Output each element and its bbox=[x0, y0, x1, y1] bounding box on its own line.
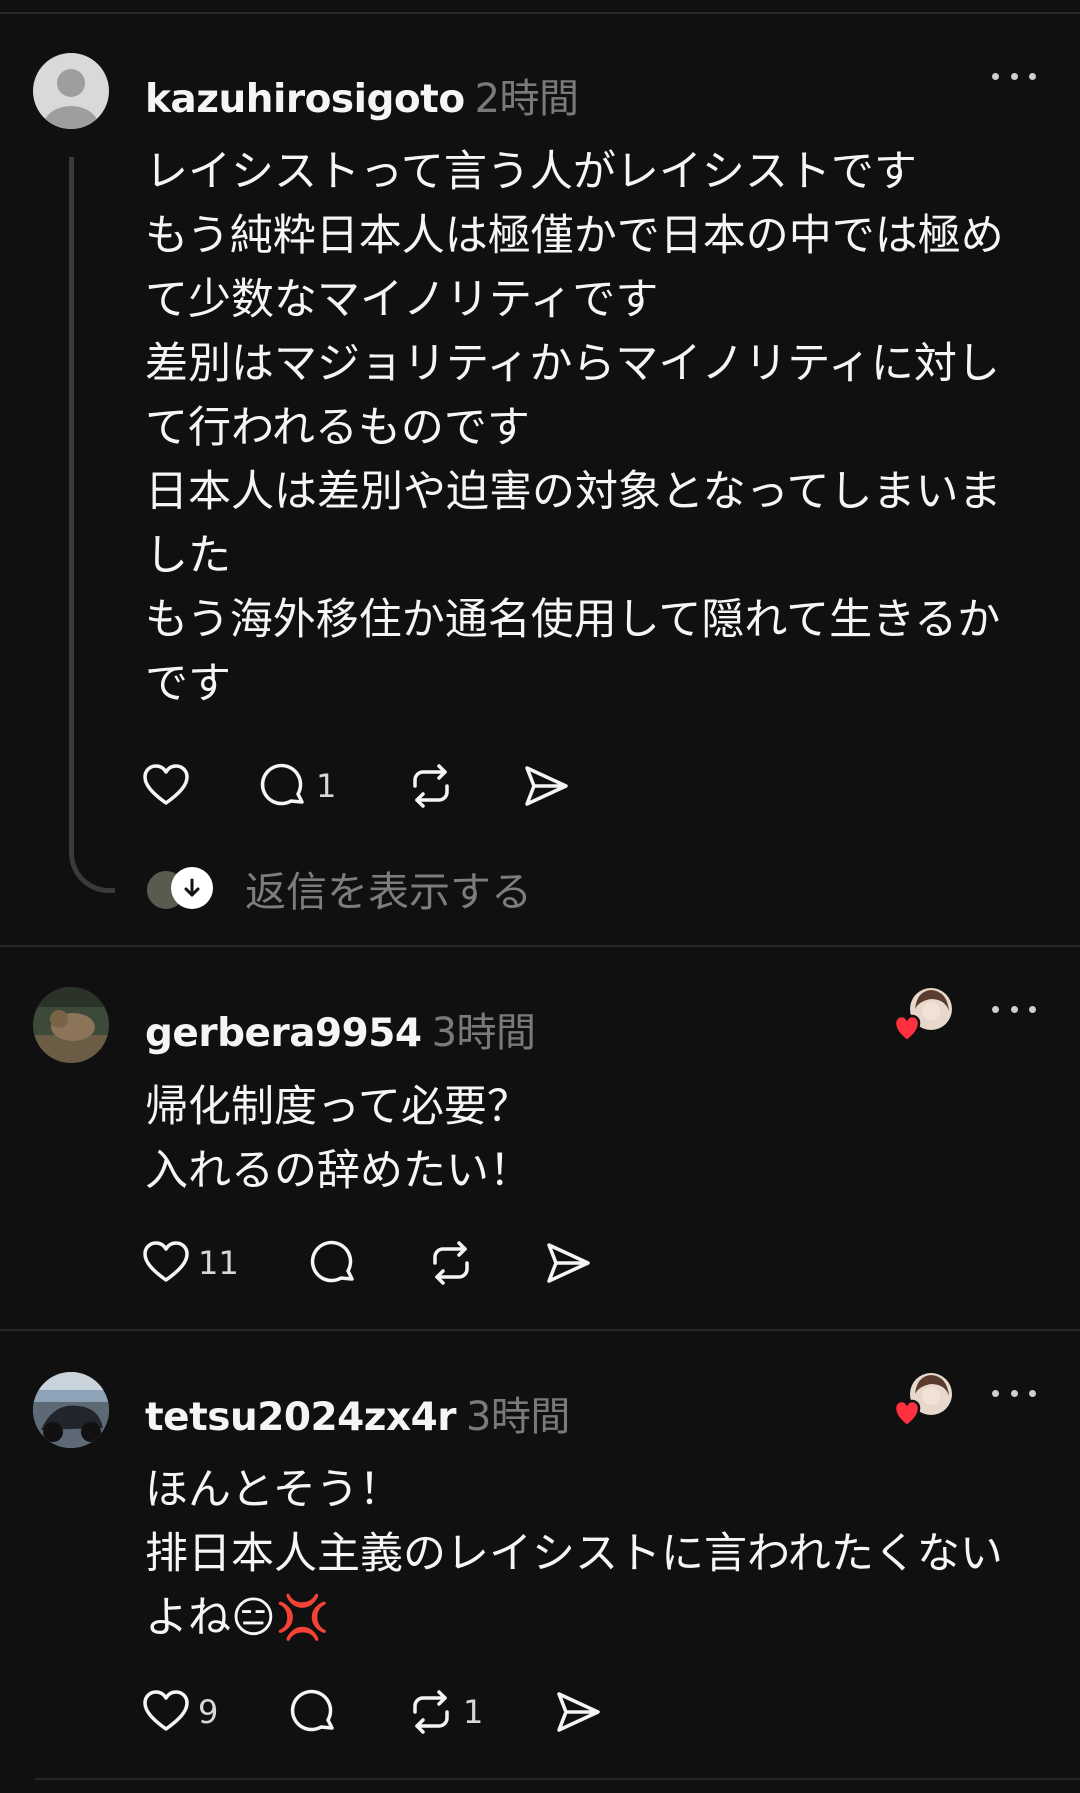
thread-line bbox=[69, 157, 115, 893]
comment-icon bbox=[310, 1240, 354, 1283]
avatar[interactable] bbox=[33, 53, 109, 129]
reply-button[interactable] bbox=[308, 1235, 360, 1291]
heart-icon bbox=[143, 764, 189, 805]
reply-button[interactable]: 1 bbox=[258, 758, 336, 814]
share-button[interactable] bbox=[542, 1235, 594, 1291]
username-text[interactable]: tetsu2024zx4r bbox=[145, 1395, 456, 1440]
repost-count: 1 bbox=[463, 1693, 484, 1731]
repost-button[interactable] bbox=[405, 758, 457, 814]
comment-icon bbox=[290, 1689, 334, 1732]
username-text[interactable]: gerbera9954 bbox=[145, 1011, 422, 1056]
username[interactable]: kazuhirosigoto 2時間 bbox=[145, 66, 579, 124]
reply-avatars bbox=[145, 865, 217, 911]
like-count: 11 bbox=[198, 1244, 239, 1282]
repost-icon bbox=[413, 764, 449, 808]
repost-button[interactable] bbox=[425, 1235, 477, 1291]
like-button[interactable] bbox=[140, 758, 192, 814]
heart-icon bbox=[143, 1241, 189, 1282]
avatar[interactable] bbox=[33, 987, 109, 1063]
show-replies-label[interactable]: 返信を表示する bbox=[245, 858, 532, 918]
show-replies-button[interactable]: 返信を表示する bbox=[145, 858, 532, 918]
liked-by-author-avatar[interactable] bbox=[893, 1370, 955, 1430]
top-divider bbox=[0, 12, 1080, 14]
username[interactable]: gerbera9954 3時間 bbox=[145, 1000, 536, 1058]
repost-icon bbox=[433, 1241, 469, 1285]
post-divider bbox=[0, 945, 1080, 947]
share-icon bbox=[547, 1243, 590, 1283]
post-divider bbox=[0, 1329, 1080, 1331]
post-actions: 11 bbox=[140, 1235, 620, 1291]
post-time: 3時間 bbox=[465, 1394, 570, 1440]
reply-button[interactable] bbox=[288, 1684, 340, 1740]
more-options-button[interactable] bbox=[992, 1383, 1036, 1403]
liked-by-icon bbox=[893, 988, 952, 1043]
liked-by-author-avatar[interactable] bbox=[893, 985, 955, 1045]
post-actions: 1 bbox=[140, 758, 620, 814]
repost-button[interactable]: 1 bbox=[405, 1684, 483, 1740]
username-text[interactable]: kazuhirosigoto bbox=[145, 77, 465, 122]
arrow-down-icon bbox=[171, 867, 213, 909]
post-text: レイシストって言う人がレイシストです もう純粋日本人は極僅かで日本の中では極め … bbox=[145, 147, 1004, 709]
avatar[interactable] bbox=[33, 1372, 109, 1448]
more-icon bbox=[992, 72, 999, 80]
more-icon bbox=[992, 1389, 999, 1397]
post-time: 3時間 bbox=[431, 1010, 536, 1056]
post-actions: 9 1 bbox=[140, 1684, 620, 1740]
cat-photo-avatar bbox=[33, 987, 109, 1063]
more-options-button[interactable] bbox=[992, 66, 1036, 86]
post-text: ほんとそう！ 排日本人主義のレイシストに言われたくない よね😑💢 bbox=[145, 1465, 1003, 1643]
post-time: 2時間 bbox=[474, 76, 579, 122]
like-count: 9 bbox=[198, 1693, 219, 1731]
like-button[interactable]: 11 bbox=[140, 1235, 239, 1291]
share-icon bbox=[557, 1692, 600, 1732]
more-options-button[interactable] bbox=[992, 999, 1036, 1019]
username[interactable]: tetsu2024zx4r 3時間 bbox=[145, 1384, 570, 1442]
heart-icon bbox=[143, 1690, 189, 1731]
post-divider bbox=[35, 1778, 1080, 1780]
more-icon bbox=[992, 1005, 999, 1013]
motorcycle-photo-avatar bbox=[33, 1372, 109, 1448]
like-button[interactable]: 9 bbox=[140, 1684, 218, 1740]
share-icon bbox=[525, 766, 568, 806]
comment-icon bbox=[260, 763, 304, 806]
share-button[interactable] bbox=[520, 758, 572, 814]
reply-count: 1 bbox=[316, 767, 337, 805]
post-text: 帰化制度って必要？ 入れるの辞めたい！ bbox=[145, 1082, 532, 1196]
default-avatar-icon bbox=[33, 53, 109, 129]
liked-by-icon bbox=[893, 1373, 952, 1428]
share-button[interactable] bbox=[552, 1684, 604, 1740]
repost-icon bbox=[413, 1690, 449, 1734]
